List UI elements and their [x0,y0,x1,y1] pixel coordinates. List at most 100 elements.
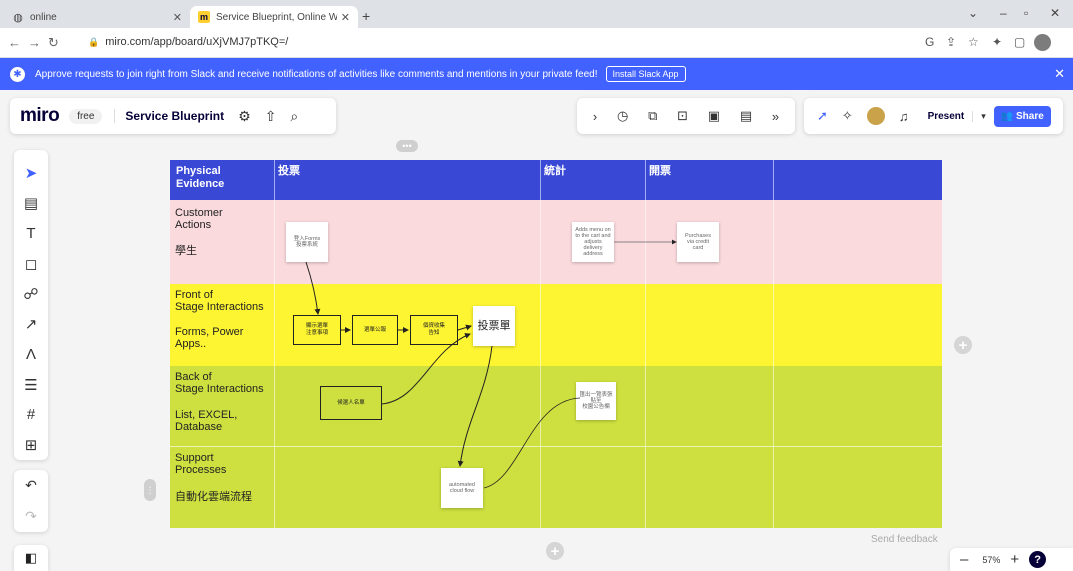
templates-icon[interactable]: ▤ [14,188,48,218]
lane-title-back[interactable]: Back of Stage Interactions [175,371,264,395]
add-apps-icon[interactable]: ⊞ [14,430,48,460]
process-box-collect[interactable]: 個資收集 告知 [410,315,458,345]
header-statistics[interactable]: 統計 [544,165,566,178]
comment-icon[interactable]: ☰ [14,369,48,399]
lock-icon: 🔒 [88,37,100,47]
select-cursor-icon[interactable]: ➤ [14,158,48,188]
sticky-note-automated-flow[interactable]: automated cloud flow [441,468,483,508]
close-tab-icon[interactable]: ✕ [173,11,182,24]
minimize-icon[interactable]: – [1000,6,1007,20]
close-window-icon[interactable]: ✕ [1050,6,1060,20]
plan-badge[interactable]: free [69,108,103,124]
zoom-out-icon[interactable]: – [960,551,968,568]
globe-icon: ◍ [13,11,23,24]
sticky-note-ballot[interactable]: 投票單 [473,306,515,346]
sticky-note-unlabeled[interactable]: 匯出一覽表張貼至 校園公告欄 [576,382,616,420]
sticky-note-icon[interactable]: ◻ [14,249,48,279]
sidepanel-icon[interactable]: ▢ [1014,35,1025,49]
expand-chevron-icon[interactable]: › [593,109,597,124]
service-blueprint-frame[interactable]: Physical Evidence 投票 統計 開票 Customer Acti… [170,160,942,528]
header-physical-evidence[interactable]: Physical Evidence [176,165,224,191]
board-header-toolbar: miro free Service Blueprint ⚙ ⇧ ⌕ [10,98,336,134]
zoom-level[interactable]: 57% [982,555,1000,565]
search-icon[interactable]: ⌕ [290,108,298,125]
lane-sub-back[interactable]: List, EXCEL, Database [175,409,237,433]
zoom-in-icon[interactable]: + [1010,551,1019,568]
attention-icon[interactable]: ⊡ [677,108,688,124]
sticky-note-login[interactable]: 登入Forms 投票系統 [286,222,328,262]
frame-icon[interactable]: # [14,400,48,430]
add-row-icon[interactable]: + [546,542,564,560]
share-page-icon[interactable]: ⇪ [946,35,956,49]
share-screen-icon[interactable]: ⧉ [648,108,657,124]
frames-panel-icon[interactable]: ◧ [14,545,48,571]
add-column-icon[interactable]: + [954,336,972,354]
send-feedback-link[interactable]: Send feedback [871,534,938,545]
miro-logo[interactable]: miro [20,105,60,127]
install-slack-button[interactable]: Install Slack App [605,66,686,82]
tab-label: Service Blueprint, Online White [216,11,337,23]
new-tab-icon[interactable]: + [362,8,370,24]
bookmark-star-icon[interactable]: ☆ [968,35,979,49]
restore-icon[interactable]: ▫ [1024,6,1028,20]
zoom-controls: – 57% + ? [950,548,1073,571]
avatar[interactable] [866,107,885,125]
connection-line-icon[interactable]: ↗ [14,309,48,339]
column-divider [540,160,541,528]
help-icon[interactable]: ? [1029,551,1047,568]
voting-icon[interactable]: ▣ [708,108,720,124]
reload-icon[interactable]: ↻ [48,35,59,51]
header-vote[interactable]: 投票 [278,165,300,178]
tab-label: online [30,11,57,23]
close-tab-icon[interactable]: ✕ [341,11,350,24]
lane-title-customer[interactable]: Customer Actions [175,207,223,231]
address-bar: ← → ↻ 🔒 miro.com/app/board/uXjVMJ7pTKQ=/ … [0,28,1073,58]
sticky-note-purchases[interactable]: Purchases via credit card [677,222,719,262]
collaboration-toolbar: › ◷ ⧉ ⊡ ▣ ▤ » [577,98,795,134]
browser-tab-miro[interactable]: m Service Blueprint, Online White ✕ [190,6,358,28]
top-handle-icon[interactable]: ••• [396,140,418,152]
side-handle-icon[interactable]: ⋮ [144,479,156,501]
share-button[interactable]: 👥 Share [993,105,1051,127]
tab-search-icon[interactable]: ⌄ [968,6,978,20]
settings-gear-icon[interactable]: ⚙ [238,108,251,125]
browser-tab-bar: ◍ online ✕ m Service Blueprint, Online W… [0,0,1073,28]
shapes-icon[interactable]: ☍ [14,279,48,309]
timer-icon[interactable]: ◷ [617,108,628,124]
more-tools-icon[interactable]: » [772,109,779,124]
notification-bell-icon[interactable]: ♫ [899,109,909,124]
profile-avatar[interactable] [1034,34,1051,51]
lane-title-front[interactable]: Front of Stage Interactions [175,289,264,313]
browser-tab-online[interactable]: ◍ online ✕ [4,6,190,28]
miro-favicon-icon: m [198,11,210,23]
chevron-down-icon[interactable]: ▾ [981,111,986,122]
creation-toolbar: ➤ ▤ T ◻ ☍ ↗ Λ ☰ # ⊞ [14,150,48,460]
celebrate-icon[interactable]: ✧ [842,108,853,124]
lane-sub-customer[interactable]: 學生 [175,245,197,257]
sticky-note-add-menu[interactable]: Adds menu on to the cart and adjusts del… [572,222,614,262]
google-icon[interactable]: G [925,35,934,49]
header-open-ballot[interactable]: 開票 [649,165,671,178]
process-box-candidates[interactable]: 候選人名單 [320,386,382,420]
lane-sub-front[interactable]: Forms, Power Apps.. [175,326,243,350]
notes-icon[interactable]: ▤ [740,108,752,124]
back-icon[interactable]: ← [8,35,21,50]
extensions-icon[interactable]: ✦ [992,35,1002,49]
url-field[interactable]: 🔒 miro.com/app/board/uXjVMJ7pTKQ=/ [88,36,288,48]
reactions-cursor-icon[interactable]: ➚ [817,108,828,124]
lane-sub-support[interactable]: 自動化雲端流程 [175,491,252,503]
board-name[interactable]: Service Blueprint [114,109,224,123]
text-tool-icon[interactable]: T [14,218,48,248]
redo-icon[interactable]: ↷ [25,508,37,525]
front-stage-row [170,284,942,366]
process-box-ballot-notice[interactable]: 選單公報 [352,315,398,345]
lane-title-support[interactable]: Support Processes [175,452,226,476]
forward-icon[interactable]: → [28,35,41,50]
pen-icon[interactable]: Λ [14,339,48,369]
present-button[interactable]: Present [928,110,974,122]
column-divider [274,160,275,528]
banner-close-icon[interactable]: ✕ [1054,66,1065,82]
process-box-show-ballot[interactable]: 顯示選單 注意事項 [293,315,341,345]
undo-icon[interactable]: ↶ [25,477,37,494]
upload-icon[interactable]: ⇧ [265,108,277,125]
